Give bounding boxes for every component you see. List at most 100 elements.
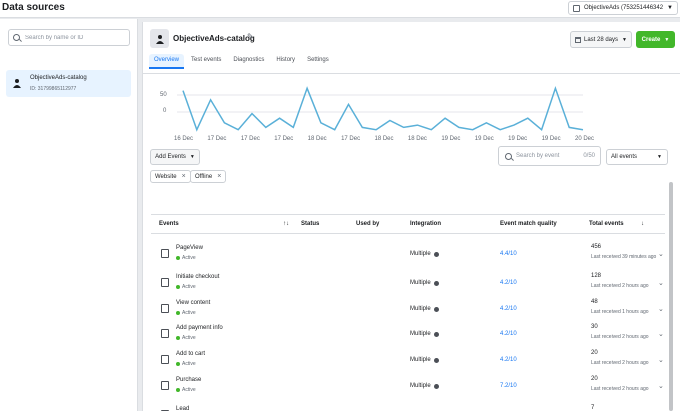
chip-label: Offline <box>195 173 213 180</box>
event-match-quality[interactable]: 4.2/10 <box>500 357 517 363</box>
event-name[interactable]: Lead <box>176 406 189 411</box>
status-dot <box>176 285 180 289</box>
eye-icon <box>161 304 169 313</box>
edit-icon[interactable]: ✎ <box>247 32 254 41</box>
table-row[interactable]: View content Active Multiple 4.2/10 48 Last r… <box>151 297 671 322</box>
table-row[interactable]: Purchase Active Multiple 7.2/10 20 Last recei… <box>151 374 671 399</box>
integration: Multiple <box>410 331 439 337</box>
table-row[interactable]: LeadActiveBrowser7Last received 18 hours… <box>151 403 671 411</box>
event-search-placeholder: Search by event <box>516 153 560 159</box>
tab-settings[interactable]: Settings <box>302 54 334 69</box>
x-tick-label: 17 Dec <box>207 136 227 142</box>
x-tick-label: 17 Dec <box>274 136 294 142</box>
status-text: Active <box>182 284 196 290</box>
event-name[interactable]: Add to cart <box>176 351 205 357</box>
cart-icon <box>161 278 169 287</box>
last-received: Last received 2 hours ago <box>591 334 649 340</box>
x-tick-label: 17 Dec <box>240 136 260 142</box>
chevron-down-icon[interactable]: ⌄ <box>658 305 664 313</box>
integration-text: Multiple <box>410 331 431 337</box>
table-row[interactable]: PageView Active Multiple 4.4/10 456 Last rece… <box>151 242 671 267</box>
sort-icon[interactable]: ↑↓ <box>283 221 289 227</box>
event-status: Active <box>176 255 196 261</box>
last-received: Last received 2 hours ago <box>591 283 649 289</box>
add-events-label: Add Events <box>155 154 186 160</box>
event-filter-select[interactable]: All events ▼ <box>606 149 668 165</box>
tab-overview[interactable]: Overview <box>149 54 185 69</box>
info-icon[interactable] <box>433 357 439 363</box>
filter-chip-website[interactable]: Website × <box>150 170 191 183</box>
event-match-quality[interactable]: 4.2/10 <box>500 331 517 337</box>
event-status: Active <box>176 335 196 341</box>
event-match-quality[interactable]: 4.2/10 <box>500 280 517 286</box>
scrollbar[interactable] <box>669 182 673 411</box>
create-label: Create <box>641 36 661 43</box>
chevron-down-icon[interactable]: ⌄ <box>658 356 664 364</box>
tab-test-events[interactable]: Test events <box>186 54 226 69</box>
total-events: 30 <box>591 324 598 330</box>
status-text: Active <box>182 361 196 367</box>
table-row[interactable]: Add to cart Active Multiple 4.2/10 20 Last re… <box>151 348 671 373</box>
integration-text: Multiple <box>410 306 431 312</box>
event-name[interactable]: Purchase <box>176 377 201 383</box>
sort-down-icon[interactable]: ↓ <box>641 221 644 227</box>
integration-text: Multiple <box>410 251 431 257</box>
tab-history[interactable]: History <box>271 54 300 69</box>
sidebar-item-catalog[interactable]: ObjectiveAds-catalog ID: 31799865112977 <box>6 70 131 97</box>
event-search[interactable]: Search by event 0/50 <box>498 146 601 166</box>
info-icon[interactable] <box>433 280 439 286</box>
add-events-button[interactable]: Add Events ▼ <box>150 149 200 165</box>
event-match-quality[interactable]: 7.2/10 <box>500 383 517 389</box>
info-icon[interactable] <box>433 251 439 257</box>
info-icon[interactable] <box>433 331 439 337</box>
chevron-down-icon[interactable]: ⌄ <box>658 279 664 287</box>
event-name[interactable]: Initiate checkout <box>176 274 219 280</box>
status-text: Active <box>182 310 196 316</box>
source-search[interactable] <box>8 29 130 46</box>
total-events: 48 <box>591 299 598 305</box>
close-icon[interactable]: × <box>182 173 186 180</box>
chevron-down-icon: ▼ <box>667 5 673 11</box>
integration: Multiple <box>410 251 439 257</box>
source-search-input[interactable] <box>25 34 125 41</box>
event-match-quality[interactable]: 4.2/10 <box>500 306 517 312</box>
last-received: Last received 2 hours ago <box>591 386 649 392</box>
event-match-quality[interactable]: 4.4/10 <box>500 251 517 257</box>
chart-svg <box>177 85 584 132</box>
event-name[interactable]: PageView <box>176 245 203 251</box>
integration-text: Multiple <box>410 280 431 286</box>
card-icon <box>161 329 169 338</box>
x-tick-label: 20 Dec <box>575 136 595 142</box>
events-chart: 50 0 16 Dec 17 Dec 17 Dec 17 Dec 18 Dec 17 De… <box>143 84 680 144</box>
date-range-button[interactable]: Last 28 days ▼ <box>570 31 632 48</box>
event-name[interactable]: Add payment info <box>176 325 223 331</box>
event-name[interactable]: View content <box>176 300 210 306</box>
person-icon <box>155 34 164 44</box>
table-row[interactable]: Add payment info Active Multiple 4.2/10 30 La… <box>151 322 671 347</box>
last-received: Last received 2 hours ago <box>591 360 649 366</box>
table-row[interactable]: Initiate checkout Active Multiple 4.2/10 128… <box>151 271 671 296</box>
chevron-down-icon[interactable]: ⌄ <box>658 330 664 338</box>
chevron-down-icon[interactable]: ⌄ <box>658 250 664 258</box>
data-sources-sidebar: ObjectiveAds-catalog ID: 31799865112977 <box>0 19 138 411</box>
info-icon[interactable] <box>433 306 439 312</box>
person-icon <box>13 79 21 88</box>
chevron-down-icon[interactable]: ⌄ <box>658 382 664 390</box>
info-icon[interactable] <box>433 383 439 389</box>
tab-diagnostics[interactable]: Diagnostics <box>228 54 269 69</box>
close-icon[interactable]: × <box>217 173 221 180</box>
top-bar: Data sources ObjectiveAds (753251446342 … <box>0 0 680 18</box>
account-selector[interactable]: ObjectiveAds (753251446342 ▼ <box>567 1 678 15</box>
filter-chip-offline[interactable]: Offline × <box>190 170 227 183</box>
catalog-header: ObjectiveAds-catalog ✎ Last 28 days ▼ Cr… <box>143 22 680 74</box>
y-tick-label: 50 <box>160 92 167 98</box>
event-status: Active <box>176 387 196 393</box>
search-icon <box>505 152 512 160</box>
integration-text: Multiple <box>410 383 431 389</box>
col-total-events[interactable]: Total events <box>589 221 624 227</box>
col-events[interactable]: Events <box>159 221 179 227</box>
events-toolbar: Add Events ▼ Search by event 0/50 All ev… <box>143 146 680 206</box>
col-status: Status <box>301 221 320 227</box>
create-button[interactable]: Create ▼ <box>636 31 675 48</box>
total-events: 128 <box>591 273 602 279</box>
